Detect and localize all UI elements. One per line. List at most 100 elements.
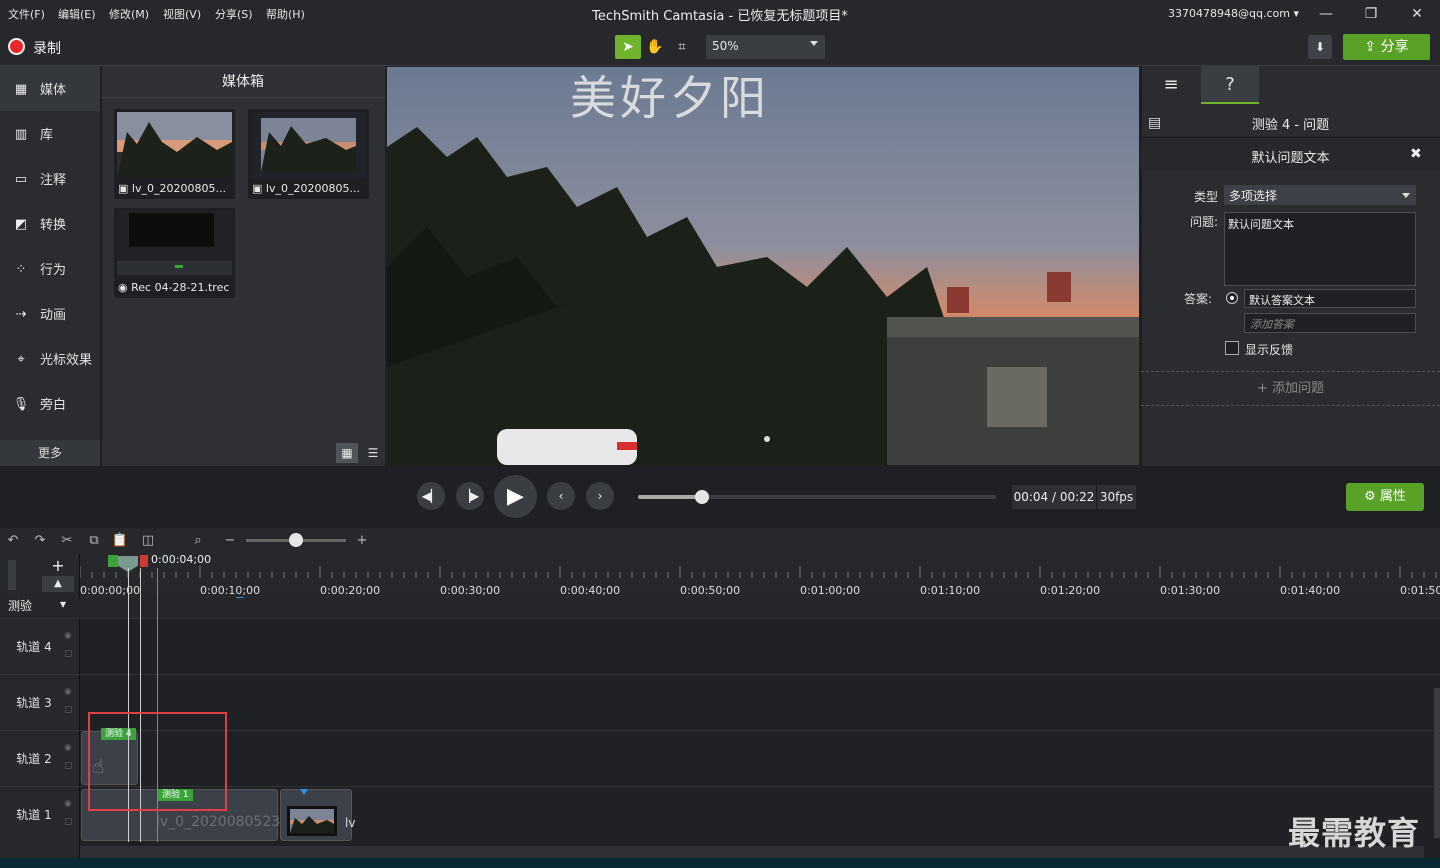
question-textarea[interactable]: 默认问题文本 [1224, 212, 1416, 286]
video-clip[interactable]: lv [280, 789, 355, 841]
close-button[interactable]: ✕ [1407, 4, 1427, 24]
download-button[interactable]: ⬇ [1308, 35, 1332, 59]
minimize-button[interactable]: — [1316, 4, 1336, 24]
quiz-lane-label: 测验 [8, 599, 33, 613]
sidebar-item-cursor-effects[interactable]: ⌖ 光标效果 [0, 336, 100, 381]
chevron-down-icon: ▾ [1293, 7, 1299, 20]
zoom-out-button[interactable]: − [221, 532, 239, 550]
maximize-button[interactable]: ❐ [1361, 4, 1381, 24]
next-button[interactable]: › [586, 482, 614, 510]
sidebar-item-transitions[interactable]: ◩ 转换 [0, 201, 100, 246]
record-button[interactable]: 录制 [33, 38, 61, 58]
play-button[interactable]: ▶ [494, 475, 537, 518]
step-back-button[interactable]: ◀▏ [417, 482, 445, 510]
sidebar-item-annotations[interactable]: ▭ 注释 [0, 156, 100, 201]
collapse-button[interactable]: ▲ [42, 576, 74, 592]
chevron-right-icon: › [597, 489, 603, 503]
quiz-lane-toggle[interactable]: 测验 ▾ [8, 597, 66, 614]
sidebar-item-animations[interactable]: ⇢ 动画 [0, 291, 100, 336]
quiz-title: 测验 4 - 问题 [1251, 118, 1330, 133]
cut-button[interactable]: ✂ [58, 532, 76, 550]
clip-thumbnail [287, 806, 337, 836]
in-marker[interactable] [108, 555, 118, 567]
share-button[interactable]: ⇪ 分享 [1343, 34, 1430, 60]
split-button[interactable]: ◫ [139, 532, 157, 550]
redo-button[interactable]: ↷ [31, 532, 49, 550]
marker-icon[interactable] [300, 789, 308, 795]
account-menu[interactable]: 3370478948@qq.com ▾ [1168, 7, 1299, 20]
lock-icon[interactable]: ▢ [64, 705, 73, 715]
delete-question-button[interactable]: ✖ [1410, 146, 1422, 162]
ruler-tick-label: 0:00:20;00 [320, 584, 381, 597]
quiz-lane [0, 598, 1440, 618]
chevron-up-icon: ▲ [54, 578, 62, 589]
sidebar-item-library[interactable]: ▥ 库 [0, 111, 100, 156]
vertical-scrollbar[interactable] [1434, 688, 1440, 838]
track-height-slider[interactable] [8, 560, 16, 590]
correct-answer-radio[interactable] [1226, 292, 1238, 304]
ruler-tick-label: 0:01:50; [1400, 584, 1440, 597]
track-label: 轨道 4 [16, 640, 52, 654]
eye-icon[interactable]: ◉ [64, 743, 72, 753]
record-icon[interactable] [8, 38, 25, 55]
cursor-icon: ⌖ [17, 351, 25, 367]
list-view-button[interactable]: ☰ [362, 443, 384, 463]
track-area[interactable] [80, 675, 1440, 730]
undo-icon: ↶ [7, 533, 19, 548]
add-answer-field[interactable]: 添加答案 [1244, 313, 1416, 333]
question-type-select[interactable]: 多项选择 [1224, 185, 1416, 205]
lock-icon[interactable]: ▢ [64, 761, 73, 771]
pan-tool-button[interactable]: ✋ [642, 35, 668, 59]
horizontal-scrollbar[interactable] [80, 846, 1424, 858]
eye-icon[interactable]: ◉ [64, 631, 72, 641]
clip-label: lv_0_20200805235 [156, 814, 290, 830]
undo-button[interactable]: ↶ [4, 532, 22, 550]
track-area[interactable] [80, 619, 1440, 674]
track-label: 轨道 2 [16, 752, 52, 766]
video-thumbnail [251, 112, 366, 178]
ruler-tick-label: 0:00:10;00 [200, 584, 261, 597]
grid-view-button[interactable]: ▦ [336, 443, 358, 463]
answer-field[interactable]: 默认答案文本 [1244, 289, 1416, 308]
gear-icon: ⚙ [1364, 489, 1376, 504]
media-item[interactable]: ▣ lv_0_20200805... [248, 109, 369, 199]
eye-icon[interactable]: ◉ [64, 799, 72, 809]
show-feedback-checkbox[interactable] [1225, 341, 1239, 355]
track-4: 轨道 4 ◉ ▢ [0, 618, 1440, 674]
zoom-dropdown[interactable]: 50% [706, 35, 825, 59]
lock-icon[interactable]: ▢ [64, 817, 73, 827]
media-item[interactable]: ◉ Rec 04-28-21.trec [114, 208, 235, 298]
behavior-icon: ⁘ [15, 261, 27, 277]
sidebar-item-voice-narration[interactable]: 🎙 旁白 [0, 381, 100, 426]
lock-icon[interactable]: ▢ [64, 649, 73, 659]
copy-button[interactable]: ⧉ [85, 532, 103, 550]
media-item[interactable]: ▣ lv_0_20200805... [114, 109, 235, 199]
scissors-icon: ✂ [61, 533, 73, 548]
properties-button[interactable]: ⚙ 属性 [1346, 483, 1424, 511]
film-icon: ▦ [14, 81, 28, 97]
zoom-in-button[interactable]: + [353, 532, 371, 550]
sidebar-item-behaviors[interactable]: ⁘ 行为 [0, 246, 100, 291]
paste-button[interactable]: 📋 [111, 532, 129, 550]
download-icon: ⬇ [1314, 40, 1326, 54]
tab-quiz[interactable]: ? [1201, 66, 1259, 104]
highlight-box [88, 712, 227, 811]
previous-button[interactable]: ‹ [547, 482, 575, 510]
zoom-fit-button[interactable]: ⌕ [189, 532, 207, 550]
crop-tool-button[interactable]: ⌗ [669, 35, 695, 59]
sidebar-item-media[interactable]: ▦ 媒体 [0, 66, 100, 111]
more-button[interactable]: 更多 [0, 440, 100, 466]
eye-icon[interactable]: ◉ [64, 687, 72, 697]
step-forward-button[interactable]: ▕▶ [456, 482, 484, 510]
add-question-button[interactable]: + 添加问题 [1141, 371, 1440, 406]
select-tool-button[interactable]: ➤ [615, 35, 641, 59]
show-feedback-label: 显示反馈 [1245, 343, 1294, 357]
add-track-button[interactable]: + [44, 556, 72, 575]
chevron-left-icon: ‹ [558, 489, 564, 503]
ruler-tick-label: 0:01:10;00 [920, 584, 981, 597]
timeline-zoom-handle[interactable] [289, 533, 303, 547]
timeline-toolbar [0, 528, 1440, 554]
tab-properties[interactable]: ≡ [1142, 66, 1200, 104]
track-area[interactable] [80, 731, 1440, 786]
out-marker[interactable] [140, 555, 148, 567]
